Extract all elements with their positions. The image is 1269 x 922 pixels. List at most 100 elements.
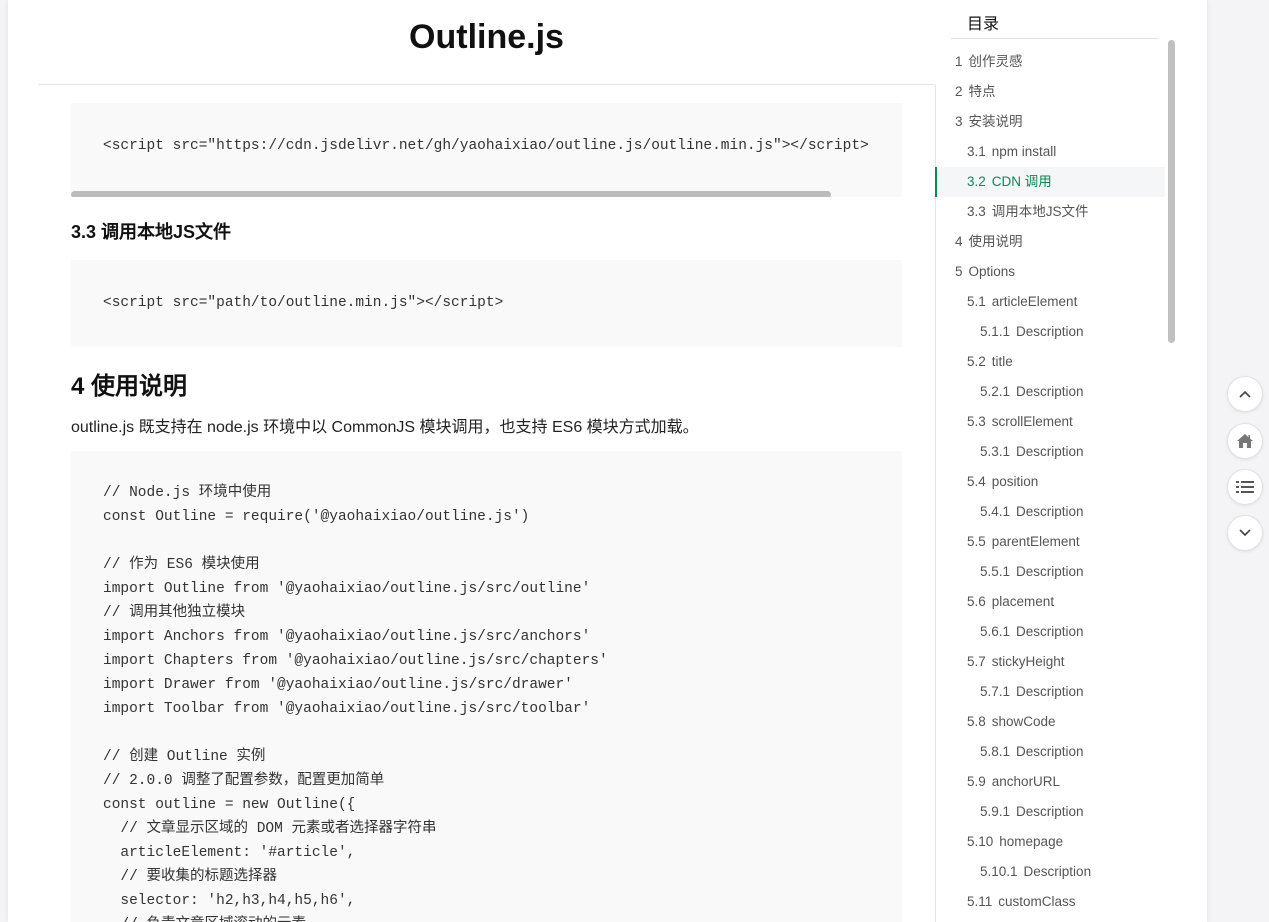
toc-item-label: Description [1016, 804, 1084, 819]
toc-item-number: 2 [955, 84, 963, 99]
code-line: // 2.0.0 调整了配置参数，配置更加简单 [103, 773, 385, 789]
toc-item-number: 5.8.1 [980, 744, 1011, 759]
toc-item[interactable]: 5.10.1 Description [937, 857, 1167, 887]
toc-item-number: 5.3 [967, 414, 986, 429]
toc-item[interactable]: 5.7 stickyHeight [937, 647, 1167, 677]
toc-item-label: 使用说明 [968, 234, 1023, 249]
toc-item-label: Description [1016, 624, 1084, 639]
toc-item-number: 5.9.1 [980, 804, 1011, 819]
toc-item-label: 安装说明 [968, 114, 1023, 129]
code-line: import Outline from '@yaohaixiao/outline… [103, 581, 591, 597]
toc-item-label: Description [1016, 504, 1084, 519]
toc-item[interactable]: 3.1 npm install [937, 137, 1167, 167]
toc-item[interactable]: 5.3 scrollElement [937, 407, 1167, 437]
toc-item-number: 3.3 [967, 204, 986, 219]
toc-item[interactable]: 5.1.1 Description [937, 317, 1167, 347]
toc-item-label: Description [1016, 384, 1084, 399]
toc-item-number: 5 [955, 264, 963, 279]
toc-item[interactable]: 5 Options [937, 257, 1167, 287]
toc-item-label: position [991, 474, 1039, 489]
toc-item[interactable]: 5.11 customClass [937, 887, 1167, 917]
toc-item[interactable]: 3 安装说明 [937, 107, 1167, 137]
code-line: import Chapters from '@yaohaixiao/outlin… [103, 653, 608, 669]
toc-item-label: parentElement [991, 534, 1080, 549]
toc-item[interactable]: 5.9 anchorURL [937, 767, 1167, 797]
toc-item[interactable]: 5.4.1 Description [937, 497, 1167, 527]
toc-item-number: 5.3.1 [980, 444, 1011, 459]
toc-item-label: Description [1016, 744, 1084, 759]
toc-item-number: 5.6.1 [980, 624, 1011, 639]
toc-item[interactable]: 4 使用说明 [937, 227, 1167, 257]
usage-paragraph: outline.js 既支持在 node.js 环境中以 CommonJS 模块… [71, 419, 699, 436]
toc-item[interactable]: 5.8 showCode [937, 707, 1167, 737]
toc-item-number: 5.6 [967, 594, 986, 609]
toc-item-label: npm install [991, 144, 1057, 159]
toc-item-number: 5.10 [967, 834, 994, 849]
page-title: Outline.js [409, 18, 564, 56]
code-line: // 文章显示区域的 DOM 元素或者选择器字符串 [103, 821, 437, 837]
toc-item-number: 5.7 [967, 654, 986, 669]
code-block-usage: // Node.js 环境中使用 const Outline = require(… [71, 451, 902, 922]
code-line: // Node.js 环境中使用 [103, 485, 272, 501]
toc-item-number: 5.5.1 [980, 564, 1011, 579]
toc-item-label: Description [1016, 684, 1084, 699]
toc-item[interactable]: 5.2 title [937, 347, 1167, 377]
list-icon [1236, 481, 1254, 493]
toc-item-number: 5.2.1 [980, 384, 1011, 399]
home-button[interactable] [1227, 423, 1263, 459]
toc-item-label: placement [991, 594, 1055, 609]
toc-item[interactable]: 5.3.1 Description [937, 437, 1167, 467]
toc-item-label: homepage [999, 834, 1064, 849]
toc-item[interactable]: 3.3 调用本地JS文件 [937, 197, 1167, 227]
toc-item-number: 5.7.1 [980, 684, 1011, 699]
heading-3-3: 3.3 调用本地JS文件 [71, 222, 232, 242]
toc-item[interactable]: 5.8.1 Description [937, 737, 1167, 767]
toc-item[interactable]: 3.2 CDN 调用 [935, 167, 1165, 197]
toc-item[interactable]: 5.5 parentElement [937, 527, 1167, 557]
toc-item[interactable]: 5.7.1 Description [937, 677, 1167, 707]
toc-title: 目录 [967, 16, 1000, 33]
toc-item[interactable]: 2 特点 [937, 77, 1167, 107]
toc-item[interactable]: 5.1 articleElement [937, 287, 1167, 317]
toc-item-label: customClass [998, 894, 1076, 909]
toc-item-number: 5.10.1 [980, 864, 1018, 879]
toc-item-label: CDN 调用 [991, 174, 1052, 189]
code-line: // 作为 ES6 模块使用 [103, 557, 260, 573]
toc-item-label: 调用本地JS文件 [991, 204, 1089, 219]
toc-item[interactable]: 5.6 placement [937, 587, 1167, 617]
code-line: const Outline = require('@yaohaixiao/out… [103, 509, 530, 525]
toc-item-number: 4 [955, 234, 963, 249]
code-line: import Toolbar from '@yaohaixiao/outline… [103, 701, 591, 717]
toc-item[interactable]: 5.5.1 Description [937, 557, 1167, 587]
toc-item-label: scrollElement [991, 414, 1073, 429]
code-line: selector: 'h2,h3,h4,h5,h6', [103, 893, 356, 909]
toc-item-label: Description [1016, 444, 1084, 459]
toc-item-label: anchorURL [991, 774, 1061, 789]
scroll-bottom-button[interactable] [1227, 515, 1263, 551]
toc-item[interactable]: 5.4 position [937, 467, 1167, 497]
horizontal-scrollbar[interactable] [71, 191, 831, 197]
toc-item-number: 5.5 [967, 534, 986, 549]
code-line: // 调用其他独立模块 [103, 605, 246, 621]
toc-item-number: 5.1 [967, 294, 986, 309]
toc-item[interactable]: 5.6.1 Description [937, 617, 1167, 647]
toc-item[interactable]: 1 创作灵感 [937, 47, 1167, 77]
chevron-down-icon [1239, 529, 1251, 537]
scroll-top-button[interactable] [1227, 376, 1263, 412]
toc-toggle-button[interactable] [1227, 469, 1263, 505]
toc-item-number: 5.9 [967, 774, 986, 789]
toc-item-label: 特点 [968, 84, 996, 99]
sidebar-divider [935, 85, 936, 922]
toc-scrollbar[interactable] [1168, 40, 1175, 343]
chevron-up-icon [1239, 390, 1251, 398]
toc-item-label: Description [1016, 564, 1084, 579]
code-line: <script src="https://cdn.jsdelivr.net/gh… [103, 138, 869, 154]
toc-item-label: Description [1016, 324, 1084, 339]
code-block-cdn: <script src="https://cdn.jsdelivr.net/gh… [71, 103, 902, 197]
toc-item[interactable]: 5.10 homepage [937, 827, 1167, 857]
toc-item-label: title [991, 354, 1013, 369]
toc-item-label: Options [968, 264, 1016, 279]
toc-item[interactable]: 5.2.1 Description [937, 377, 1167, 407]
toc-item[interactable]: 5.9.1 Description [937, 797, 1167, 827]
toc-item-number: 3.1 [967, 144, 986, 159]
